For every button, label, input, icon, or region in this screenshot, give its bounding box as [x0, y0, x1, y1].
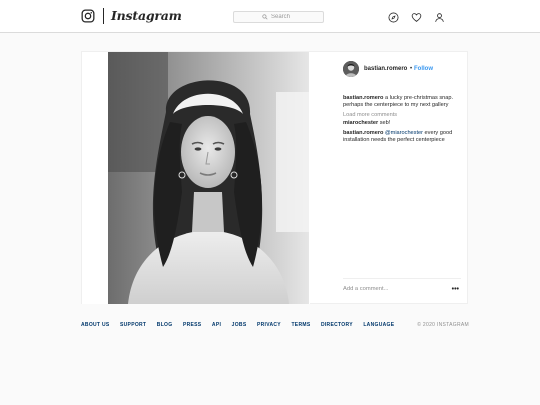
- portrait-image: [108, 52, 309, 304]
- comment-text: seb!: [378, 120, 391, 127]
- profile-icon[interactable]: [434, 12, 445, 23]
- comment-mention[interactable]: @miarochester: [383, 130, 423, 136]
- follow-button[interactable]: Follow: [414, 66, 433, 72]
- search-input[interactable]: [271, 14, 295, 20]
- comment-item: miarochester seb!: [343, 120, 461, 127]
- comment-username[interactable]: bastian.romero: [343, 130, 383, 136]
- compass-icon[interactable]: [388, 12, 399, 23]
- footer-link-directory[interactable]: DIRECTORY: [321, 322, 353, 328]
- instagram-glyph-icon[interactable]: [81, 9, 95, 23]
- footer-link-jobs[interactable]: JOBS: [232, 322, 247, 328]
- footer: ABOUT US SUPPORT BLOG PRESS API JOBS PRI…: [81, 322, 469, 332]
- caption: bastian.romero a lucky pre-christmas sna…: [343, 95, 461, 110]
- footer-links: ABOUT US SUPPORT BLOG PRESS API JOBS PRI…: [81, 322, 405, 328]
- footer-link-press[interactable]: PRESS: [183, 322, 201, 328]
- footer-link-terms[interactable]: TERMS: [291, 322, 310, 328]
- post-header: bastian.romero • Follow: [310, 52, 468, 86]
- post-card: bastian.romero • Follow bastian.romero a…: [81, 51, 468, 304]
- post-media-area: [82, 52, 310, 304]
- avatar-image: [343, 61, 359, 77]
- logo-divider: [103, 8, 104, 24]
- heart-icon[interactable]: [411, 12, 422, 23]
- instagram-wordmark[interactable]: Instagram: [111, 8, 182, 23]
- footer-link-api[interactable]: API: [212, 322, 221, 328]
- footer-link-about-us[interactable]: ABOUT US: [81, 322, 110, 328]
- top-navigation-bar: Instagram: [0, 0, 540, 33]
- comment-list: bastian.romero a lucky pre-christmas sna…: [343, 95, 461, 146]
- comment-username[interactable]: miarochester: [343, 120, 378, 126]
- footer-link-blog[interactable]: BLOG: [157, 322, 173, 328]
- post-photo[interactable]: [108, 52, 309, 304]
- search-box[interactable]: [233, 11, 324, 23]
- search-icon: [262, 14, 268, 20]
- more-options-button[interactable]: •••: [452, 286, 459, 293]
- post-sidebar: bastian.romero • Follow bastian.romero a…: [310, 52, 468, 304]
- comment-item: bastian.romero @miarochester every good …: [343, 130, 461, 145]
- dot-separator: •: [410, 66, 413, 72]
- post-author-username[interactable]: bastian.romero: [364, 66, 407, 72]
- avatar[interactable]: [343, 61, 359, 77]
- caption-username[interactable]: bastian.romero: [343, 95, 383, 101]
- footer-link-language[interactable]: LANGUAGE: [363, 322, 394, 328]
- load-more-comments-button[interactable]: Load more comments: [343, 112, 461, 119]
- add-comment-input[interactable]: [343, 286, 443, 292]
- footer-link-privacy[interactable]: PRIVACY: [257, 322, 281, 328]
- add-comment-bar: •••: [343, 278, 461, 304]
- copyright-text: © 2020 INSTAGRAM: [417, 322, 469, 328]
- footer-link-support[interactable]: SUPPORT: [120, 322, 146, 328]
